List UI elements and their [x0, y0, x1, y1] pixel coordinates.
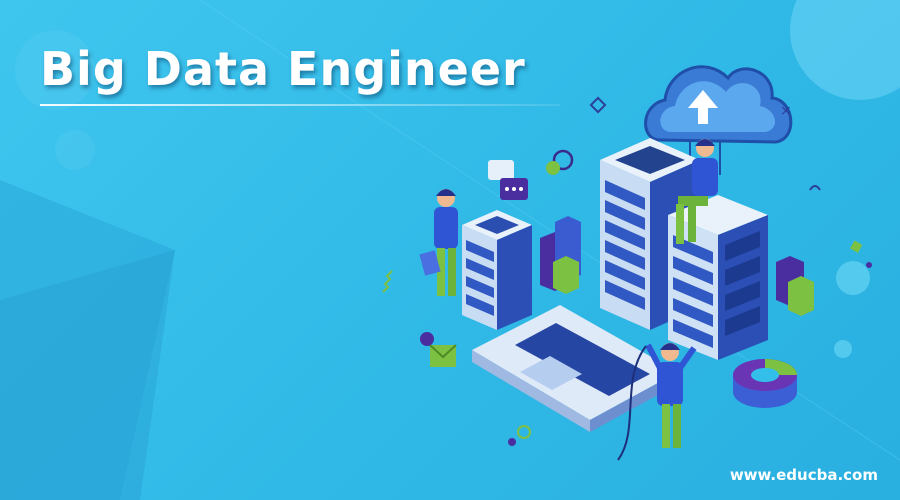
page-title: Big Data Engineer: [40, 42, 526, 96]
server-rack-small: [462, 210, 532, 330]
diamond-deco-icon: [589, 96, 607, 114]
envelope-icon: [420, 332, 457, 367]
person-with-tablet: [419, 189, 458, 296]
bar-blocks-right: [776, 256, 814, 316]
title-underline: [40, 104, 560, 106]
site-url[interactable]: www.educba.com: [730, 466, 878, 484]
donut-chart-icon: [733, 359, 797, 408]
banner: × Big Data Engineer www.educba.com: [0, 0, 900, 500]
cross-deco-icon: ×: [780, 103, 792, 119]
zigzag-deco-icon: [382, 270, 393, 293]
bar-blocks-center: [540, 216, 581, 294]
chat-bubble-icon: [488, 160, 528, 200]
ring-deco-small-icon: [517, 425, 531, 439]
